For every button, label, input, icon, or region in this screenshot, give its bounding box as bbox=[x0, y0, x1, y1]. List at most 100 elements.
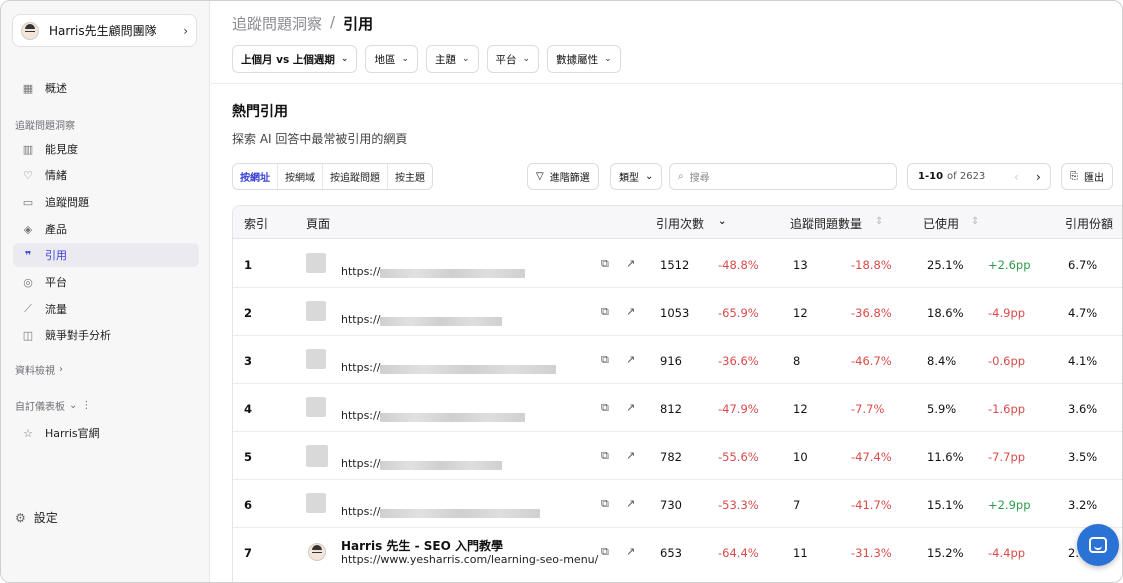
pagination: 1-10 of 2623 ‹ › bbox=[907, 163, 1051, 190]
sidebar-item-label: 流量 bbox=[45, 303, 67, 316]
platform-filter[interactable]: 平台 ⌄ bbox=[486, 45, 540, 73]
chevron-down-icon: ⌄ bbox=[462, 54, 470, 64]
sidebar-item-visibility[interactable]: ▥ 能見度 bbox=[13, 137, 199, 161]
table-row[interactable]: 4 https:// ⧉ ↗ 812 -47.9% 12 -7.7% 5.9% … bbox=[233, 384, 1122, 432]
col-question-count[interactable]: 追蹤問題數量 bbox=[790, 215, 862, 232]
sidebar-item-citations[interactable]: ❞ 引用 bbox=[13, 243, 199, 267]
table-row[interactable]: 3 https:// ⧉ ↗ 916 -36.6% 8 -46.7% 8.4% … bbox=[233, 336, 1122, 384]
table-row[interactable]: 1 https:// ⧉ ↗ 1512 -48.8% 13 -18.8% 25.… bbox=[233, 240, 1122, 288]
copy-icon[interactable]: ⧉ bbox=[601, 545, 609, 559]
topic-filter[interactable]: 主題 ⌄ bbox=[426, 45, 479, 73]
page-title: 引用 bbox=[343, 15, 374, 33]
external-link-icon[interactable]: ↗ bbox=[626, 401, 635, 414]
sidebar-item-label: 情緒 bbox=[45, 169, 67, 182]
copy-icon[interactable]: ⧉ bbox=[601, 353, 609, 367]
tab-by-domain[interactable]: 按網域 bbox=[278, 164, 323, 189]
chevron-down-icon: ⌄ bbox=[604, 54, 612, 64]
chevron-down-icon: ⌄ bbox=[522, 54, 531, 64]
redacted-url bbox=[380, 269, 525, 278]
sidebar-item-platforms[interactable]: ◎ 平台 bbox=[13, 270, 199, 294]
redacted-url bbox=[380, 509, 540, 518]
prev-page-icon[interactable]: ‹ bbox=[1014, 170, 1019, 184]
settings-link[interactable]: ⚙ 設定 bbox=[15, 509, 58, 526]
more-icon[interactable]: ⋮ bbox=[81, 400, 91, 411]
col-used[interactable]: 已使用 bbox=[923, 215, 959, 232]
table-row[interactable]: 7 Harris 先生 - SEO 入門教學 https://www.yesha… bbox=[233, 528, 1122, 576]
redacted-url bbox=[380, 413, 525, 422]
export-button[interactable]: ⎘ 匯出 bbox=[1061, 163, 1113, 190]
next-page-icon[interactable]: › bbox=[1036, 170, 1041, 184]
tab-by-topic[interactable]: 按主題 bbox=[388, 164, 432, 189]
sidebar-item-overview[interactable]: ▦ 概述 bbox=[13, 76, 199, 100]
redacted-url bbox=[380, 317, 502, 326]
sidebar-section-insights: 追蹤問題洞察 bbox=[15, 121, 75, 132]
external-link-icon[interactable]: ↗ bbox=[626, 305, 635, 318]
table-row[interactable]: 6 https:// ⧉ ↗ 730 -53.3% 7 -41.7% 15.1%… bbox=[233, 480, 1122, 528]
chevron-right-icon: › bbox=[59, 364, 63, 375]
copy-icon[interactable]: ⧉ bbox=[601, 401, 609, 415]
type-dropdown[interactable]: 類型 ⌄ bbox=[610, 163, 663, 190]
page-url[interactable]: https:// bbox=[341, 313, 380, 326]
page-range: 1-10 bbox=[918, 171, 944, 182]
sidebar-item-label: 概述 bbox=[45, 82, 67, 95]
quote-icon: ❞ bbox=[24, 248, 32, 262]
copy-icon[interactable]: ⧉ bbox=[601, 305, 609, 319]
sidebar-section-custom-dashboards[interactable]: 自訂儀表板 ⌄ ⋮ bbox=[15, 398, 91, 413]
chat-bubble-icon: ▭ bbox=[22, 195, 34, 209]
chevron-down-icon: ⌄ bbox=[645, 171, 654, 182]
chevron-down-icon: ⌄ bbox=[401, 54, 409, 64]
sidebar-section-data-view[interactable]: 資料檢視 › bbox=[15, 362, 63, 377]
sidebar-item-tracked-questions[interactable]: ▭ 追蹤問題 bbox=[13, 190, 199, 214]
external-link-icon[interactable]: ↗ bbox=[626, 497, 635, 510]
sidebar-item-dashboard[interactable]: ☆ Harris官網 bbox=[13, 421, 199, 445]
col-citations[interactable]: 引用次數 bbox=[656, 215, 704, 232]
page-title-text[interactable]: Harris 先生 - SEO 入門教學 bbox=[341, 537, 503, 554]
tab-by-url[interactable]: 按網址 bbox=[233, 164, 278, 189]
redacted-url bbox=[380, 365, 556, 374]
filter-icon: ▽ bbox=[536, 171, 544, 182]
breadcrumb-parent[interactable]: 追蹤問題洞察 bbox=[232, 13, 322, 34]
table-header: 索引 頁面 引用次數 ⌄ 追蹤問題數量 ⇕ 已使用 ⇕ 引用份額 bbox=[233, 206, 1122, 239]
sidebar-item-products[interactable]: ◈ 產品 bbox=[13, 217, 199, 241]
section-description: 探索 AI 回答中最常被引用的網頁 bbox=[232, 132, 408, 146]
tab-by-question[interactable]: 按追蹤問題 bbox=[323, 164, 388, 189]
region-filter[interactable]: 地區 ⌄ bbox=[365, 45, 418, 73]
sidebar-item-competitors[interactable]: ◫ 競爭對手分析 bbox=[13, 323, 199, 347]
page-url[interactable]: https:// bbox=[341, 505, 380, 518]
page-url[interactable]: https:// bbox=[341, 409, 380, 422]
page-url[interactable]: https://www.yesharris.com/learning-seo-m… bbox=[341, 553, 598, 566]
breadcrumb-separator: / bbox=[330, 13, 336, 31]
sort-desc-icon[interactable]: ⌄ bbox=[718, 216, 726, 227]
table-row[interactable]: 5 https:// ⧉ ↗ 782 -55.6% 10 -47.4% 11.6… bbox=[233, 432, 1122, 480]
page-url[interactable]: https:// bbox=[341, 457, 380, 470]
team-switcher[interactable]: Harris先生顧問團隊 › bbox=[12, 14, 197, 47]
sidebar-item-label: 平台 bbox=[45, 276, 67, 289]
breadcrumb: 追蹤問題洞察 / 引用 bbox=[232, 13, 373, 34]
col-citation-share[interactable]: 引用份額 bbox=[1065, 215, 1113, 232]
copy-icon[interactable]: ⧉ bbox=[601, 449, 609, 463]
date-range-filter[interactable]: 上個月 vs 上個週期 ⌄ bbox=[232, 45, 358, 73]
search-input[interactable]: ⌕ 搜尋 bbox=[669, 163, 897, 190]
sidebar-item-sentiment[interactable]: ♡ 情緒 bbox=[13, 163, 199, 187]
copy-icon[interactable]: ⧉ bbox=[601, 257, 609, 271]
sort-icon[interactable]: ⇕ bbox=[875, 216, 883, 227]
grid-icon: ▦ bbox=[22, 81, 34, 95]
advanced-filter-button[interactable]: ▽ 進階篩選 bbox=[527, 163, 599, 190]
page-url[interactable]: https:// bbox=[341, 361, 380, 374]
data-attribute-filter[interactable]: 數據屬性 ⌄ bbox=[547, 45, 621, 73]
external-link-icon[interactable]: ↗ bbox=[626, 449, 635, 462]
star-icon: ☆ bbox=[23, 426, 33, 440]
external-link-icon[interactable]: ↗ bbox=[626, 545, 635, 558]
heart-icon: ♡ bbox=[23, 168, 33, 182]
copy-icon[interactable]: ⧉ bbox=[601, 497, 609, 511]
chat-support-button[interactable] bbox=[1077, 524, 1119, 566]
page-url[interactable]: https:// bbox=[341, 265, 380, 278]
external-link-icon[interactable]: ↗ bbox=[626, 257, 635, 270]
sort-icon[interactable]: ⇕ bbox=[971, 216, 979, 227]
sidebar-item-traffic[interactable]: ⟋ 流量 bbox=[13, 297, 199, 321]
gear-icon: ⚙ bbox=[15, 510, 26, 525]
table-row[interactable]: 2 https:// ⧉ ↗ 1053 -65.9% 12 -36.8% 18.… bbox=[233, 288, 1122, 336]
page-thumbnail bbox=[306, 349, 326, 369]
team-avatar bbox=[21, 21, 39, 40]
external-link-icon[interactable]: ↗ bbox=[626, 353, 635, 366]
